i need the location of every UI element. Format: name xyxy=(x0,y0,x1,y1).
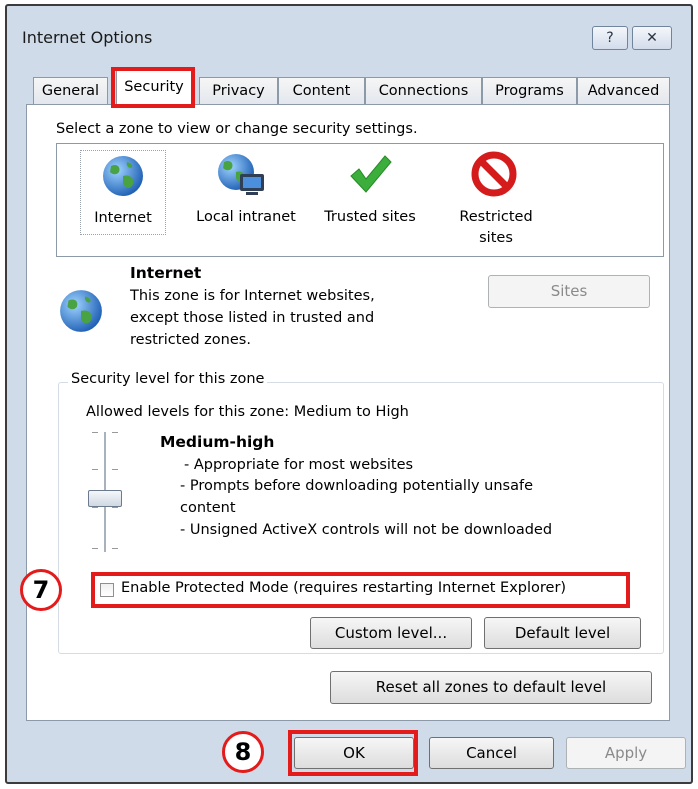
apply-button[interactable]: Apply xyxy=(566,737,686,769)
globe-icon xyxy=(103,156,143,196)
selected-zone-globe-icon xyxy=(60,290,102,332)
zone-item-local-intranet[interactable]: Local intranet xyxy=(186,150,306,235)
cancel-button[interactable]: Cancel xyxy=(429,737,554,769)
security-level-name: Medium-high xyxy=(160,433,275,451)
reset-all-zones-button[interactable]: Reset all zones to default level xyxy=(330,671,652,704)
slider-tick xyxy=(112,507,118,508)
zone-label-local-intranet: Local intranet xyxy=(196,209,296,225)
no-entry-icon xyxy=(471,151,517,197)
zone-label-restricted-line1: Restricted xyxy=(459,209,533,225)
help-button[interactable]: ? xyxy=(592,26,628,50)
allowed-levels-text: Allowed levels for this zone: Medium to … xyxy=(86,404,409,420)
default-level-button[interactable]: Default level xyxy=(484,617,641,649)
tab-advanced[interactable]: Advanced xyxy=(577,77,670,105)
step-8-highlight xyxy=(288,730,418,776)
step-8-marker: 8 xyxy=(222,731,264,773)
slider-thumb[interactable] xyxy=(88,490,122,507)
slider-tick xyxy=(92,432,98,433)
intranet-globe-icon xyxy=(218,154,264,195)
slider-tick xyxy=(112,548,118,549)
tab-programs[interactable]: Programs xyxy=(482,77,577,105)
close-button[interactable]: ✕ xyxy=(632,26,672,50)
selected-zone-name: Internet xyxy=(130,264,202,282)
sites-button[interactable]: Sites xyxy=(488,275,650,308)
step-7-highlight xyxy=(91,572,630,608)
level-desc-1: - Appropriate for most websites xyxy=(184,457,414,473)
slider-tick xyxy=(112,432,118,433)
checkmark-icon xyxy=(350,155,392,193)
tab-connections[interactable]: Connections xyxy=(365,77,482,105)
step-7-marker: 7 xyxy=(20,569,62,611)
zone-label-trusted-sites: Trusted sites xyxy=(324,209,416,225)
security-level-slider[interactable] xyxy=(82,430,142,556)
security-level-group xyxy=(58,382,664,654)
security-tab-highlight xyxy=(111,67,195,108)
zone-label-internet: Internet xyxy=(94,210,152,226)
selected-zone-desc-line1: This zone is for Internet websites, xyxy=(130,288,375,304)
level-desc-2: - Prompts before downloading potentially… xyxy=(180,478,534,494)
selected-zone-desc-line2: except those listed in trusted and xyxy=(130,310,375,326)
zone-item-internet[interactable]: Internet xyxy=(80,150,166,235)
tab-privacy[interactable]: Privacy xyxy=(199,77,278,105)
zone-instruction: Select a zone to view or change security… xyxy=(56,121,418,137)
security-level-group-label: Security level for this zone xyxy=(68,371,268,387)
level-desc-3: - Unsigned ActiveX controls will not be … xyxy=(180,522,553,538)
window-title: Internet Options xyxy=(22,28,153,47)
slider-tick xyxy=(92,507,98,508)
tab-content[interactable]: Content xyxy=(278,77,365,105)
zone-item-restricted-sites[interactable]: Restricted sites xyxy=(446,150,546,250)
slider-tick xyxy=(112,469,118,470)
selected-zone-desc-line3: restricted zones. xyxy=(130,332,251,348)
close-icon: ✕ xyxy=(646,30,658,46)
custom-level-button[interactable]: Custom level... xyxy=(310,617,472,649)
help-icon: ? xyxy=(606,30,614,46)
level-desc-2b: content xyxy=(180,500,236,516)
zone-item-trusted-sites[interactable]: Trusted sites xyxy=(312,150,428,235)
slider-tick xyxy=(92,548,98,549)
tab-general[interactable]: General xyxy=(33,77,108,105)
slider-tick xyxy=(92,469,98,470)
zone-label-restricted-line2: sites xyxy=(479,230,513,246)
